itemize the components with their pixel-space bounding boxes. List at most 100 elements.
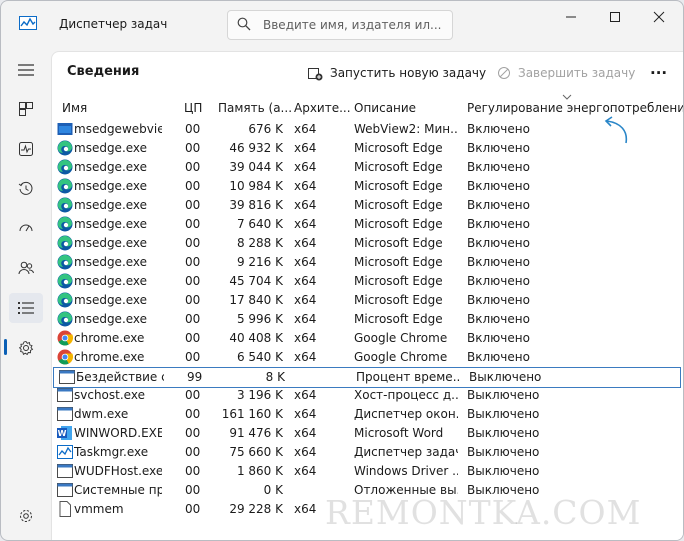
maximize-button[interactable] — [593, 1, 637, 33]
power-throttling-cell: Включено — [467, 350, 530, 364]
table-row[interactable]: WUDFHost.exe 00 1 860 K x64 Windows Driver .… — [52, 462, 683, 481]
architecture-cell: x64 — [294, 426, 317, 440]
users-icon — [18, 261, 34, 275]
new-task-icon — [308, 68, 323, 81]
nav-details[interactable] — [9, 293, 43, 323]
webview-icon — [57, 121, 73, 137]
nav-settings[interactable] — [9, 501, 43, 531]
table-row[interactable]: Taskmgr.exe 00 75 660 K x64 Диспетчер задач В… — [52, 443, 683, 462]
more-options-button[interactable]: ··· — [650, 64, 667, 82]
performance-icon — [19, 142, 33, 156]
power-throttling-cell: Выключено — [469, 370, 542, 384]
column-header-architecture[interactable]: Архите... — [294, 101, 351, 115]
cpu-cell: 99 — [187, 370, 203, 384]
generic-icon — [57, 482, 73, 498]
table-row[interactable]: svchost.exe 00 3 196 K x64 Хост-процесс д...… — [52, 386, 683, 405]
end-task-icon — [498, 67, 510, 79]
cpu-cell: 00 — [185, 312, 201, 326]
edge-icon — [57, 273, 73, 289]
power-throttling-cell: Включено — [467, 312, 530, 326]
table-row[interactable]: msedge.exe 00 9 216 K x64 Microsoft Edge Вклю… — [52, 253, 683, 272]
process-name-cell: chrome.exe — [74, 350, 145, 364]
search-input[interactable] — [261, 15, 450, 35]
memory-cell: 8 K — [265, 370, 285, 384]
table-row[interactable]: chrome.exe 00 6 540 K x64 Google Chrome Включ… — [52, 348, 683, 367]
memory-cell: 8 288 K — [236, 236, 283, 250]
cpu-cell: 00 — [185, 122, 201, 136]
search-box[interactable] — [227, 10, 453, 40]
table-row[interactable]: Бездействие с... 99 8 K Процент време... Вык… — [53, 367, 681, 388]
description-cell: Google Chrome — [354, 350, 448, 364]
description-cell: Google Chrome — [354, 331, 448, 345]
nav-app-history[interactable] — [9, 174, 43, 204]
settings-gear-icon — [20, 510, 32, 522]
description-cell: Диспетчер задач — [354, 445, 458, 459]
details-panel: Сведения Запустить новую задачу Завершит… — [51, 51, 683, 540]
column-header-memory[interactable]: Память (а... — [218, 101, 292, 115]
run-new-task-button[interactable]: Запустить новую задачу — [307, 62, 486, 84]
cpu-cell: 00 — [185, 407, 201, 421]
process-name-cell: svchost.exe — [74, 388, 145, 402]
cpu-cell: 00 — [185, 217, 201, 231]
power-throttling-cell: Выключено — [467, 388, 540, 402]
end-task-label: Завершить задачу — [518, 66, 636, 80]
nav-processes[interactable] — [9, 94, 43, 124]
table-row[interactable]: msedge.exe 00 46 932 Kx64 Microsoft Edge Вкл… — [52, 139, 683, 158]
table-row[interactable]: msedge.exe 00 17 840 K x64 Microsoft Edge Вкл… — [52, 291, 683, 310]
window-title: Диспетчер задач — [59, 17, 168, 31]
power-throttling-cell: Включено — [467, 293, 530, 307]
memory-cell: 45 704 K — [229, 274, 283, 288]
table-row[interactable]: msedge.exe 00 8 288 K x64 Microsoft Edge Вклю… — [52, 234, 683, 253]
table-row[interactable]: msedgewebvie... 00 676 K x64 WebView2: Мин..… — [52, 120, 683, 139]
cpu-cell: 00 — [185, 502, 201, 516]
power-throttling-cell: Включено — [467, 160, 530, 174]
column-header-cpu[interactable]: ЦП — [184, 101, 202, 115]
description-cell: Microsoft Edge — [354, 255, 443, 269]
chrome-icon — [57, 330, 74, 346]
power-throttling-cell: Включено — [467, 198, 530, 212]
table-row[interactable]: msedge.exe 00 5 996 K x64 Microsoft Edge Вклю… — [52, 310, 683, 329]
memory-cell: 75 660 K — [229, 445, 283, 459]
nav-users[interactable] — [9, 253, 43, 283]
description-cell: Microsoft Edge — [354, 179, 443, 193]
architecture-cell: x64 — [294, 198, 317, 212]
description-cell: Windows Driver ... — [354, 464, 458, 478]
memory-cell: 161 160 K — [221, 407, 283, 421]
table-row[interactable]: msedge.exe 00 7 640 K x64 Microsoft Edge Вклю… — [52, 215, 683, 234]
table-row[interactable]: msedge.exe 00 45 704 K x64 Microsoft Edge Вкл… — [52, 272, 683, 291]
process-name-cell: Системные пр... — [74, 483, 162, 497]
cpu-cell: 00 — [185, 464, 201, 478]
column-header-name[interactable]: Имя — [62, 101, 87, 115]
column-header-description[interactable]: Описание — [354, 101, 416, 115]
table-row[interactable]: W WINWORD.EXE 00 91 476 K x64 Microsoft Word В… — [52, 424, 683, 443]
generic-icon — [57, 387, 73, 403]
architecture-cell: x64 — [294, 274, 317, 288]
close-button[interactable] — [637, 1, 681, 33]
nav-menu-button[interactable] — [9, 55, 43, 85]
power-throttling-cell: Выключено — [467, 407, 540, 421]
minimize-button[interactable] — [549, 1, 593, 33]
edge-icon — [57, 197, 73, 213]
table-row[interactable]: msedge.exe 00 10 984 K x64 Microsoft Edge Вкл… — [52, 177, 683, 196]
nav-services[interactable] — [9, 333, 43, 363]
table-row[interactable]: dwm.exe 00 161 160 K x64 Диспетчер окон... Вы… — [52, 405, 683, 424]
power-throttling-cell: Включено — [467, 179, 530, 193]
table-row[interactable]: msedge.exe 00 39 816 K x64 Microsoft Edge Вкл… — [52, 196, 683, 215]
power-throttling-cell: Включено — [467, 217, 530, 231]
nav-startup-apps[interactable] — [9, 213, 43, 243]
architecture-cell: x64 — [294, 293, 317, 307]
generic-icon — [57, 406, 73, 422]
process-name-cell: msedge.exe — [74, 179, 148, 193]
table-row[interactable]: chrome.exe 00 40 408 K x64 Google Chrome Вклю… — [52, 329, 683, 348]
process-name-cell: msedge.exe — [74, 274, 148, 288]
table-row[interactable]: msedge.exe 00 39 044 K x64 Microsoft Edge Вкл… — [52, 158, 683, 177]
process-name-cell: msedge.exe — [74, 293, 148, 307]
chrome-icon — [57, 349, 74, 365]
column-header-power-throttling[interactable]: Регулирование энергопотребления — [467, 101, 683, 115]
memory-cell: 29 228 K — [229, 502, 283, 516]
description-cell: Microsoft Edge — [354, 198, 443, 212]
process-name-cell: Taskmgr.exe — [74, 445, 149, 459]
architecture-cell: x64 — [294, 445, 317, 459]
nav-performance[interactable] — [9, 134, 43, 164]
end-task-button[interactable]: Завершить задачу — [497, 62, 635, 84]
